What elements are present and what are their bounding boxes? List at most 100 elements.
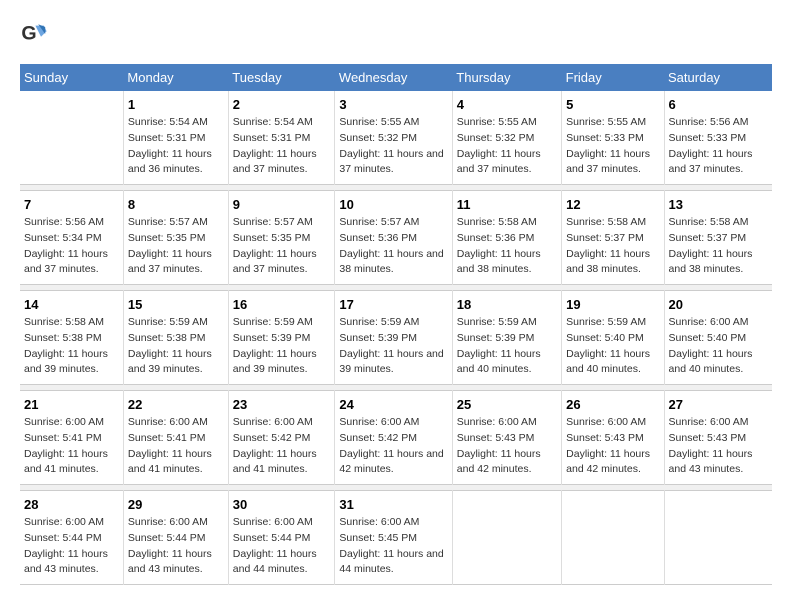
page-header: G <box>20 20 772 48</box>
calendar-cell: 11Sunrise: 5:58 AMSunset: 5:36 PMDayligh… <box>452 191 561 285</box>
day-number: 28 <box>24 497 119 512</box>
day-info: Sunrise: 5:58 AMSunset: 5:36 PMDaylight:… <box>457 215 557 278</box>
day-number: 6 <box>669 97 768 112</box>
calendar-cell <box>562 491 664 585</box>
calendar-cell: 29Sunrise: 6:00 AMSunset: 5:44 PMDayligh… <box>123 491 228 585</box>
day-info: Sunrise: 5:55 AMSunset: 5:32 PMDaylight:… <box>339 115 447 178</box>
header-thursday: Thursday <box>452 64 561 91</box>
calendar-cell: 1 Sunrise: 5:54 AMSunset: 5:31 PMDaylight… <box>123 91 228 185</box>
day-number: 5 <box>566 97 659 112</box>
day-info: Sunrise: 6:00 AMSunset: 5:40 PMDaylight:… <box>669 315 768 378</box>
day-number: 19 <box>566 297 659 312</box>
day-number: 22 <box>128 397 224 412</box>
svg-text:G: G <box>21 23 36 45</box>
day-info: Sunrise: 5:54 AMSunset: 5:31 PMDaylight:… <box>128 115 224 178</box>
day-number: 15 <box>128 297 224 312</box>
calendar-cell <box>664 491 772 585</box>
calendar-cell: 24 Sunrise: 6:00 AMSunset: 5:42 PMDayligh… <box>335 391 452 485</box>
calendar-cell: 7Sunrise: 5:56 AMSunset: 5:34 PMDaylight… <box>20 191 123 285</box>
day-number: 21 <box>24 397 119 412</box>
day-info: Sunrise: 5:56 AMSunset: 5:34 PMDaylight:… <box>24 215 119 278</box>
day-info: Sunrise: 5:55 AMSunset: 5:32 PMDaylight:… <box>457 115 557 178</box>
day-info: Sunrise: 6:00 AMSunset: 5:43 PMDaylight:… <box>669 415 768 478</box>
day-info: Sunrise: 5:57 AMSunset: 5:36 PMDaylight:… <box>339 215 447 278</box>
calendar-cell: 14Sunrise: 5:58 AMSunset: 5:38 PMDayligh… <box>20 291 123 385</box>
week-row: 21 Sunrise: 6:00 AMSunset: 5:41 PMDayligh… <box>20 391 772 485</box>
day-info: Sunrise: 5:59 AMSunset: 5:39 PMDaylight:… <box>233 315 331 378</box>
calendar-cell: 30Sunrise: 6:00 AMSunset: 5:44 PMDayligh… <box>228 491 335 585</box>
calendar-cell: 5 Sunrise: 5:55 AMSunset: 5:33 PMDaylight… <box>562 91 664 185</box>
calendar-cell: 13 Sunrise: 5:58 AMSunset: 5:37 PMDayligh… <box>664 191 772 285</box>
day-number: 10 <box>339 197 447 212</box>
day-info: Sunrise: 5:55 AMSunset: 5:33 PMDaylight:… <box>566 115 659 178</box>
calendar-cell: 27 Sunrise: 6:00 AMSunset: 5:43 PMDayligh… <box>664 391 772 485</box>
header-sunday: Sunday <box>20 64 123 91</box>
day-number: 16 <box>233 297 331 312</box>
calendar-cell: 2 Sunrise: 5:54 AMSunset: 5:31 PMDaylight… <box>228 91 335 185</box>
day-info: Sunrise: 5:59 AMSunset: 5:38 PMDaylight:… <box>128 315 224 378</box>
day-info: Sunrise: 5:58 AMSunset: 5:38 PMDaylight:… <box>24 315 119 378</box>
calendar-cell: 10 Sunrise: 5:57 AMSunset: 5:36 PMDayligh… <box>335 191 452 285</box>
header-friday: Friday <box>562 64 664 91</box>
day-info: Sunrise: 5:59 AMSunset: 5:39 PMDaylight:… <box>457 315 557 378</box>
day-info: Sunrise: 5:59 AMSunset: 5:39 PMDaylight:… <box>339 315 447 378</box>
calendar-cell: 6 Sunrise: 5:56 AMSunset: 5:33 PMDaylight… <box>664 91 772 185</box>
day-info: Sunrise: 6:00 AMSunset: 5:45 PMDaylight:… <box>339 515 447 578</box>
calendar-cell: 21Sunrise: 6:00 AMSunset: 5:41 PMDayligh… <box>20 391 123 485</box>
calendar-table: SundayMondayTuesdayWednesdayThursdayFrid… <box>20 64 772 585</box>
calendar-cell: 12Sunrise: 5:58 AMSunset: 5:37 PMDayligh… <box>562 191 664 285</box>
calendar-cell: 18 Sunrise: 5:59 AMSunset: 5:39 PMDayligh… <box>452 291 561 385</box>
day-info: Sunrise: 5:57 AMSunset: 5:35 PMDaylight:… <box>233 215 331 278</box>
logo: G <box>20 20 50 48</box>
day-number: 29 <box>128 497 224 512</box>
day-number: 31 <box>339 497 447 512</box>
calendar-cell: 19 Sunrise: 5:59 AMSunset: 5:40 PMDayligh… <box>562 291 664 385</box>
day-info: Sunrise: 5:56 AMSunset: 5:33 PMDaylight:… <box>669 115 768 178</box>
calendar-cell: 23 Sunrise: 6:00 AMSunset: 5:42 PMDayligh… <box>228 391 335 485</box>
day-number: 17 <box>339 297 447 312</box>
calendar-cell: 26 Sunrise: 6:00 AMSunset: 5:43 PMDayligh… <box>562 391 664 485</box>
day-number: 9 <box>233 197 331 212</box>
day-number: 18 <box>457 297 557 312</box>
day-number: 8 <box>128 197 224 212</box>
header-saturday: Saturday <box>664 64 772 91</box>
header-tuesday: Tuesday <box>228 64 335 91</box>
day-number: 25 <box>457 397 557 412</box>
day-number: 4 <box>457 97 557 112</box>
day-number: 30 <box>233 497 331 512</box>
day-number: 3 <box>339 97 447 112</box>
calendar-cell: 3 Sunrise: 5:55 AMSunset: 5:32 PMDaylight… <box>335 91 452 185</box>
header-monday: Monday <box>123 64 228 91</box>
day-info: Sunrise: 6:00 AMSunset: 5:41 PMDaylight:… <box>128 415 224 478</box>
calendar-cell <box>452 491 561 585</box>
calendar-cell: 16 Sunrise: 5:59 AMSunset: 5:39 PMDayligh… <box>228 291 335 385</box>
week-row: 1 Sunrise: 5:54 AMSunset: 5:31 PMDaylight… <box>20 91 772 185</box>
day-number: 27 <box>669 397 768 412</box>
day-info: Sunrise: 6:00 AMSunset: 5:42 PMDaylight:… <box>339 415 447 478</box>
week-row: 28Sunrise: 6:00 AMSunset: 5:44 PMDayligh… <box>20 491 772 585</box>
day-info: Sunrise: 5:58 AMSunset: 5:37 PMDaylight:… <box>566 215 659 278</box>
calendar-cell: 22 Sunrise: 6:00 AMSunset: 5:41 PMDayligh… <box>123 391 228 485</box>
day-info: Sunrise: 6:00 AMSunset: 5:43 PMDaylight:… <box>566 415 659 478</box>
day-number: 13 <box>669 197 768 212</box>
day-number: 23 <box>233 397 331 412</box>
calendar-cell: 28Sunrise: 6:00 AMSunset: 5:44 PMDayligh… <box>20 491 123 585</box>
calendar-cell: 9 Sunrise: 5:57 AMSunset: 5:35 PMDaylight… <box>228 191 335 285</box>
calendar-cell: 20Sunrise: 6:00 AMSunset: 5:40 PMDayligh… <box>664 291 772 385</box>
day-number: 24 <box>339 397 447 412</box>
calendar-header-row: SundayMondayTuesdayWednesdayThursdayFrid… <box>20 64 772 91</box>
day-number: 1 <box>128 97 224 112</box>
calendar-cell: 8 Sunrise: 5:57 AMSunset: 5:35 PMDaylight… <box>123 191 228 285</box>
calendar-cell: 15 Sunrise: 5:59 AMSunset: 5:38 PMDayligh… <box>123 291 228 385</box>
day-info: Sunrise: 5:58 AMSunset: 5:37 PMDaylight:… <box>669 215 768 278</box>
day-info: Sunrise: 5:54 AMSunset: 5:31 PMDaylight:… <box>233 115 331 178</box>
week-row: 14Sunrise: 5:58 AMSunset: 5:38 PMDayligh… <box>20 291 772 385</box>
week-row: 7Sunrise: 5:56 AMSunset: 5:34 PMDaylight… <box>20 191 772 285</box>
day-info: Sunrise: 5:59 AMSunset: 5:40 PMDaylight:… <box>566 315 659 378</box>
day-info: Sunrise: 6:00 AMSunset: 5:42 PMDaylight:… <box>233 415 331 478</box>
day-number: 2 <box>233 97 331 112</box>
day-info: Sunrise: 5:57 AMSunset: 5:35 PMDaylight:… <box>128 215 224 278</box>
day-number: 26 <box>566 397 659 412</box>
calendar-cell: 25Sunrise: 6:00 AMSunset: 5:43 PMDayligh… <box>452 391 561 485</box>
calendar-cell: 31 Sunrise: 6:00 AMSunset: 5:45 PMDayligh… <box>335 491 452 585</box>
